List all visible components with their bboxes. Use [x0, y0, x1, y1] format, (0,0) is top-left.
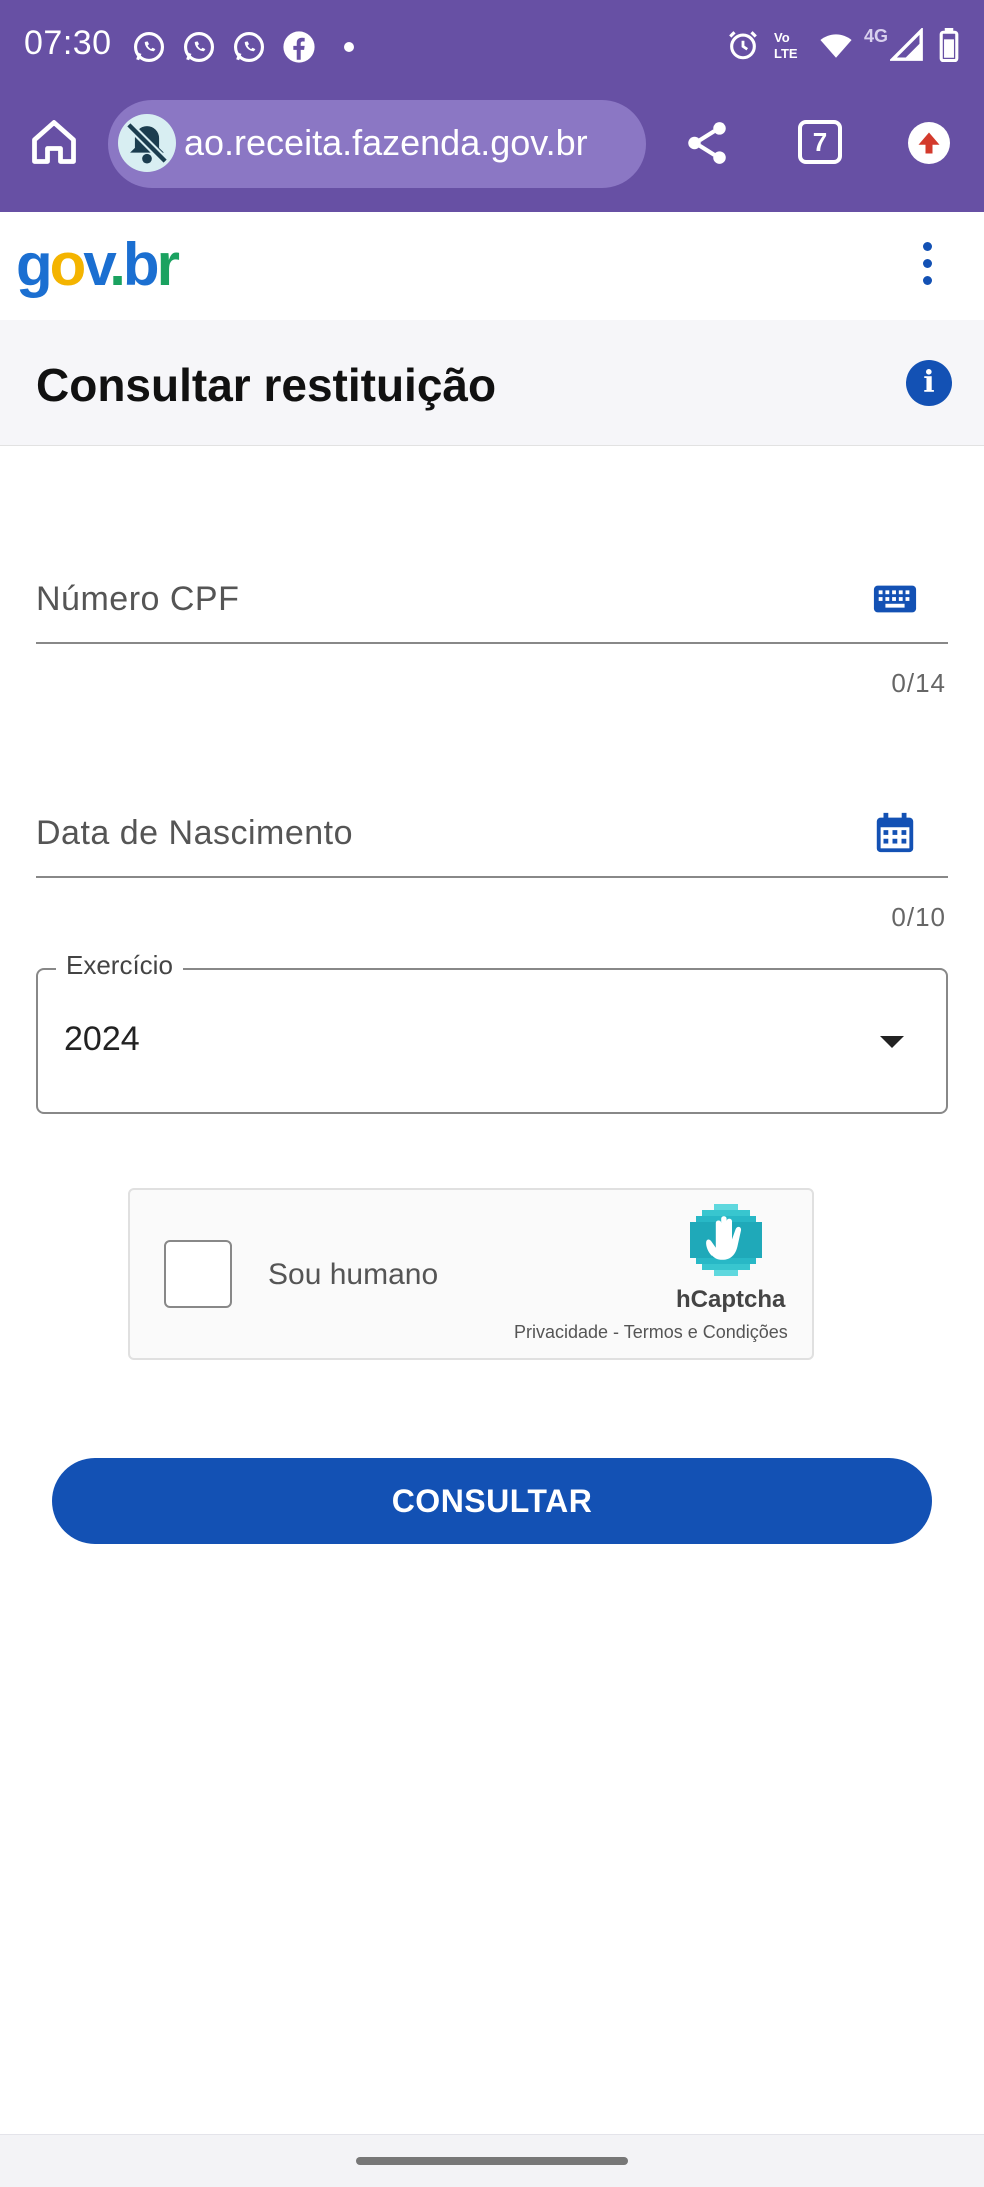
cpf-placeholder: Número CPF [36, 580, 240, 618]
volte-icon: VoLTE [774, 30, 798, 61]
whatsapp-icon [133, 31, 165, 63]
signal-icon [890, 28, 923, 61]
status-bar: 07:30 Vo LTE 4G [0, 0, 984, 92]
tab-switcher-button[interactable]: 7 [798, 120, 842, 164]
whatsapp-icon [183, 31, 215, 63]
browser-chrome: 07:30 Vo LTE 4G ao.receita.fazenda.gov.br… [0, 0, 984, 212]
exercise-label: Exercício [56, 950, 183, 981]
calendar-icon[interactable] [872, 810, 918, 856]
chevron-down-icon[interactable] [880, 1036, 904, 1048]
birth-date-field[interactable]: Data de Nascimento [36, 778, 948, 878]
info-icon[interactable]: i [906, 360, 952, 406]
facebook-icon [283, 31, 315, 63]
wifi-icon [820, 34, 852, 58]
site-header: gov.br [0, 212, 984, 320]
status-time: 07:30 [24, 24, 112, 62]
svg-text:LTE: LTE [774, 46, 798, 61]
exercise-select[interactable]: Exercício 2024 [36, 950, 948, 1114]
title-bar: Consultar restituição i [0, 320, 984, 446]
url-bar[interactable]: ao.receita.fazenda.gov.br [108, 100, 646, 188]
captcha-brand: hCaptcha [676, 1286, 786, 1313]
whatsapp-icon [233, 31, 265, 63]
keyboard-icon[interactable] [872, 576, 918, 622]
system-nav-bar [0, 2134, 984, 2187]
hcaptcha-widget: Sou humano hCaptcha Privacidade - Termos… [128, 1188, 814, 1360]
cpf-counter: 0/14 [891, 668, 946, 698]
share-icon[interactable] [682, 118, 732, 168]
birth-date-placeholder: Data de Nascimento [36, 814, 354, 852]
url-text[interactable]: ao.receita.fazenda.gov.br [184, 122, 638, 164]
captcha-links[interactable]: Privacidade - Termos e Condições [514, 1322, 788, 1343]
more-menu-icon[interactable] [920, 242, 934, 288]
more-notifications-dot [344, 42, 354, 52]
network-type: 4G [864, 26, 889, 46]
hcaptcha-logo-icon [690, 1204, 762, 1276]
govbr-logo[interactable]: gov.br [16, 230, 180, 299]
captcha-label: Sou humano [268, 1258, 439, 1291]
captcha-checkbox[interactable] [164, 1240, 232, 1308]
consultar-button[interactable]: CONSULTAR [52, 1458, 932, 1544]
notifications-off-icon[interactable] [118, 114, 176, 172]
svg-text:Vo: Vo [774, 30, 790, 45]
page-title: Consultar restituição [36, 359, 497, 411]
exercise-value: 2024 [64, 1020, 140, 1058]
alarm-icon [729, 31, 757, 60]
update-button[interactable] [908, 122, 950, 164]
cpf-field[interactable]: Número CPF [36, 544, 948, 644]
birth-date-counter: 0/10 [891, 902, 946, 932]
browser-toolbar: ao.receita.fazenda.gov.br 7 [0, 96, 984, 200]
arrow-up-icon [918, 132, 940, 154]
home-icon[interactable] [28, 116, 80, 168]
battery-icon [939, 28, 959, 62]
gesture-handle[interactable] [356, 2157, 628, 2165]
